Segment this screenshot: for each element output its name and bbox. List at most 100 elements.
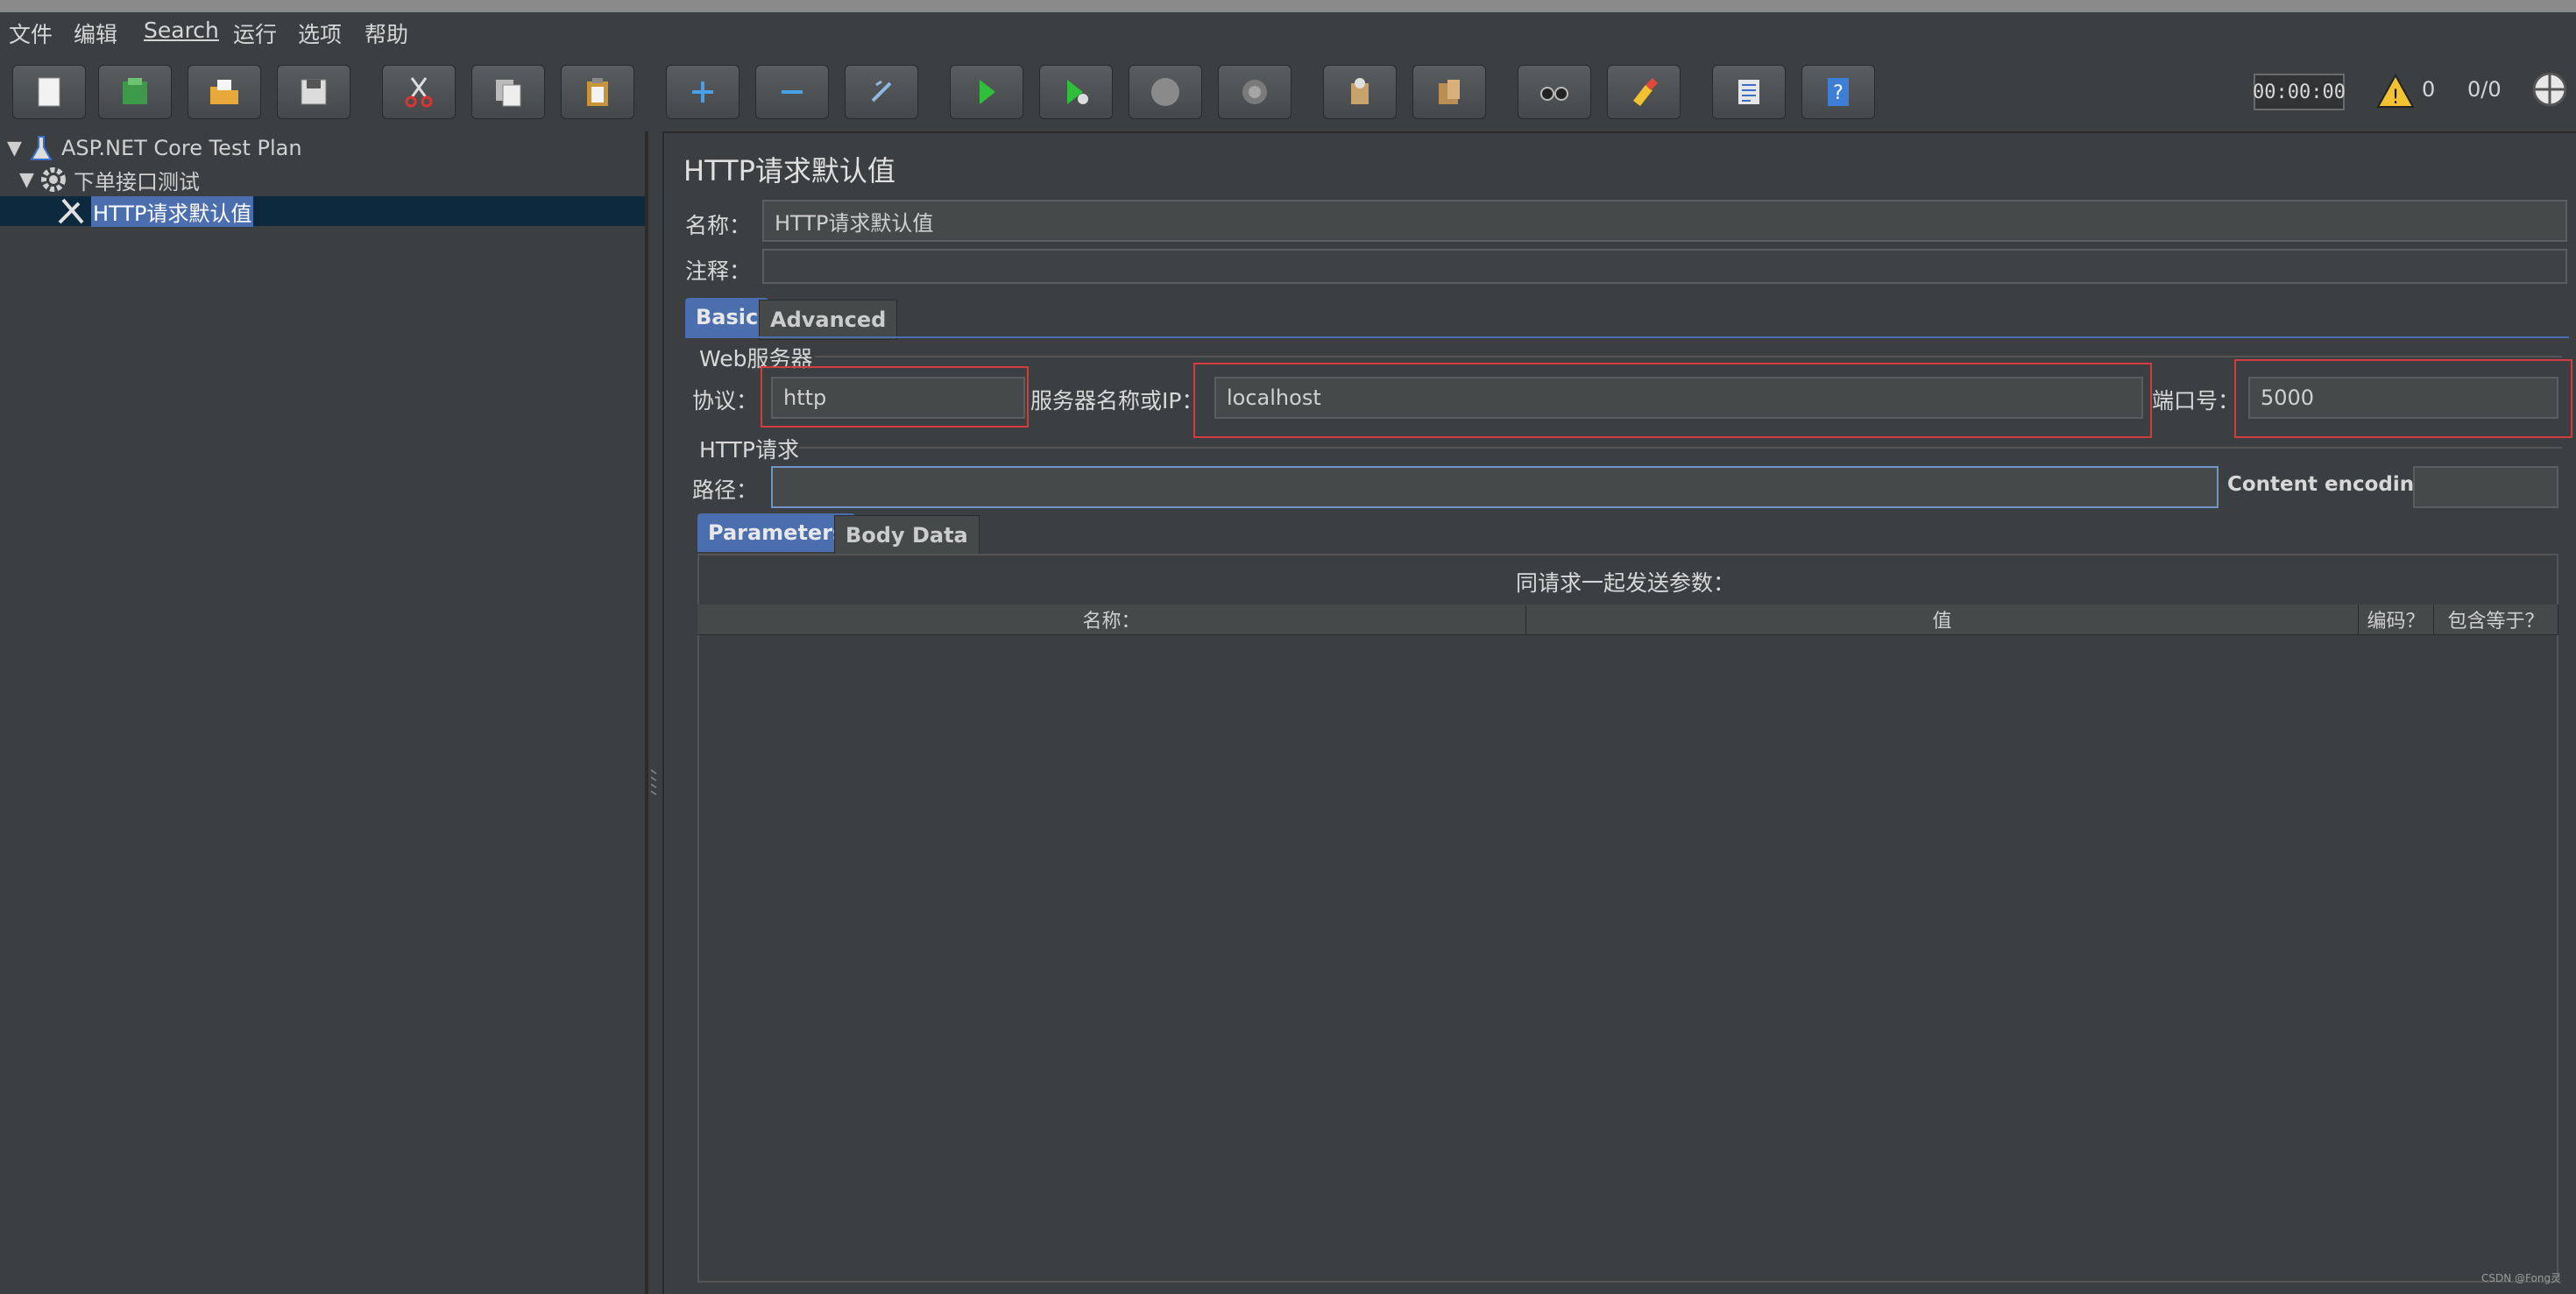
remote-globe-icon[interactable] (2530, 70, 2569, 109)
column-header-name[interactable]: 名称： (697, 605, 1526, 634)
menu-help[interactable]: 帮助 (364, 18, 408, 49)
shutdown-button[interactable] (1218, 65, 1292, 119)
start-no-pause-button[interactable] (1039, 65, 1113, 119)
window-top-strip (0, 0, 2576, 12)
toggle-button[interactable] (845, 65, 918, 119)
expand-arrow-icon[interactable]: ▼ (7, 138, 26, 159)
shutdown-icon (1242, 80, 1267, 104)
highlight-box-protocol (761, 366, 1029, 428)
start-no-pause-icon (1067, 80, 1088, 104)
column-header-value[interactable]: 值 (1526, 605, 2359, 634)
tree-item-http-defaults[interactable]: HTTP请求默认值 (0, 195, 645, 227)
active-threads-count: 0/0 (2467, 77, 2502, 102)
server-label: 服务器名称或IP： (1030, 388, 1204, 414)
menu-search[interactable]: Search (144, 18, 219, 43)
web-server-group-border (815, 356, 2562, 357)
elapsed-timer: 00:00:00 (2253, 74, 2346, 110)
expand-button[interactable] (666, 65, 740, 119)
templates-button[interactable] (98, 65, 172, 119)
highlight-box-port (2234, 359, 2572, 438)
collapse-icon (782, 90, 803, 94)
comment-label: 注释： (685, 258, 752, 284)
templates-icon (123, 78, 147, 104)
name-label: 名称： (685, 213, 752, 238)
thread-group-icon (41, 167, 66, 192)
menu-file[interactable]: 文件 (9, 18, 53, 49)
tree-item-label: ASP.NET Core Test Plan (61, 136, 302, 160)
search-button[interactable] (1518, 65, 1591, 119)
open-icon (210, 80, 238, 104)
cut-icon (405, 77, 433, 108)
column-header-include-equals[interactable]: 包含等于？ (2434, 605, 2558, 634)
reset-search-button[interactable] (1607, 65, 1681, 119)
tree-item-label: HTTP请求默认值 (91, 195, 254, 227)
collapse-button[interactable] (755, 65, 829, 119)
clear-icon (1351, 78, 1369, 104)
port-label: 端口号： (2152, 388, 2240, 414)
parameters-caption: 同请求一起发送参数： (1516, 570, 1736, 596)
expand-arrow-icon[interactable]: ▼ (19, 169, 39, 191)
menu-edit[interactable]: 编辑 (74, 18, 117, 49)
name-field[interactable]: HTTP请求默认值 (762, 200, 2567, 242)
help-button[interactable]: ? (1801, 65, 1875, 119)
expand-icon (692, 81, 713, 103)
clear-all-button[interactable] (1412, 65, 1486, 119)
copy-icon (496, 80, 521, 107)
warning-count: 0 (2422, 77, 2436, 102)
parameters-table-header: 名称： 值 编码？ 包含等于？ (697, 605, 2558, 635)
tree-item-thread-group[interactable]: ▼ 下单接口测试 (19, 165, 200, 194)
menu-run[interactable]: 运行 (233, 18, 277, 49)
panel-splitter[interactable] (647, 131, 664, 1294)
open-button[interactable] (188, 65, 261, 119)
start-button[interactable] (950, 65, 1023, 119)
toggle-icon (871, 80, 892, 103)
tab-basic[interactable]: Basic (685, 298, 769, 336)
test-plan-icon (30, 136, 53, 160)
start-icon (980, 80, 995, 104)
clear-button[interactable] (1323, 65, 1397, 119)
search-icon (1540, 87, 1568, 101)
menu-options[interactable]: 选项 (298, 18, 342, 49)
http-request-group-title: HTTP请求 (699, 437, 799, 463)
toolbar: ? (0, 54, 2576, 133)
tab-parameters[interactable]: Parameters (697, 513, 856, 552)
svg-text:!: ! (2392, 87, 2400, 109)
tab-underline (685, 336, 2569, 338)
column-header-encode[interactable]: 编码？ (2359, 605, 2434, 634)
protocol-label: 协议： (692, 388, 759, 414)
save-icon (301, 79, 327, 105)
stop-button[interactable] (1129, 65, 1202, 119)
watermark: CSDN @Fong灵 (2481, 1272, 2562, 1284)
svg-text:?: ? (1833, 82, 1844, 104)
content-encoding-field[interactable] (2413, 466, 2558, 508)
new-button[interactable] (12, 65, 86, 119)
copy-button[interactable] (471, 65, 545, 119)
paste-icon (587, 78, 608, 106)
http-request-group-border (799, 447, 2562, 449)
paste-button[interactable] (561, 65, 634, 119)
save-button[interactable] (277, 65, 350, 119)
tree-item-label: 下单接口测试 (74, 169, 200, 194)
function-helper-icon (1738, 80, 1759, 104)
reset-search-icon (1633, 78, 1658, 106)
function-helper-button[interactable] (1712, 65, 1786, 119)
path-label: 路径： (692, 477, 759, 503)
splitter-grip-icon[interactable] (650, 767, 657, 802)
cut-button[interactable] (382, 65, 456, 119)
comment-field[interactable] (762, 249, 2567, 284)
highlight-box-server (1193, 363, 2152, 438)
warning-icon[interactable]: ! (2376, 74, 2415, 109)
content-encoding-label: Content encoding: (2227, 473, 2437, 496)
test-plan-tree: ▼ ASP.NET Core Test Plan ▼ 下单接口测试 HTTP请求… (0, 131, 647, 1294)
path-field[interactable] (771, 466, 2219, 508)
tab-advanced[interactable]: Advanced (759, 300, 898, 340)
parameters-area (697, 554, 2558, 1283)
stop-icon (1151, 78, 1179, 106)
tree-item-test-plan[interactable]: ▼ ASP.NET Core Test Plan (7, 133, 302, 163)
clear-all-icon (1439, 80, 1460, 104)
tab-body-data[interactable]: Body Data (834, 515, 980, 555)
help-icon: ? (1828, 78, 1849, 106)
config-element-icon (58, 198, 84, 224)
panel-title: HTTP请求默认值 (683, 154, 895, 187)
new-icon (38, 77, 60, 107)
